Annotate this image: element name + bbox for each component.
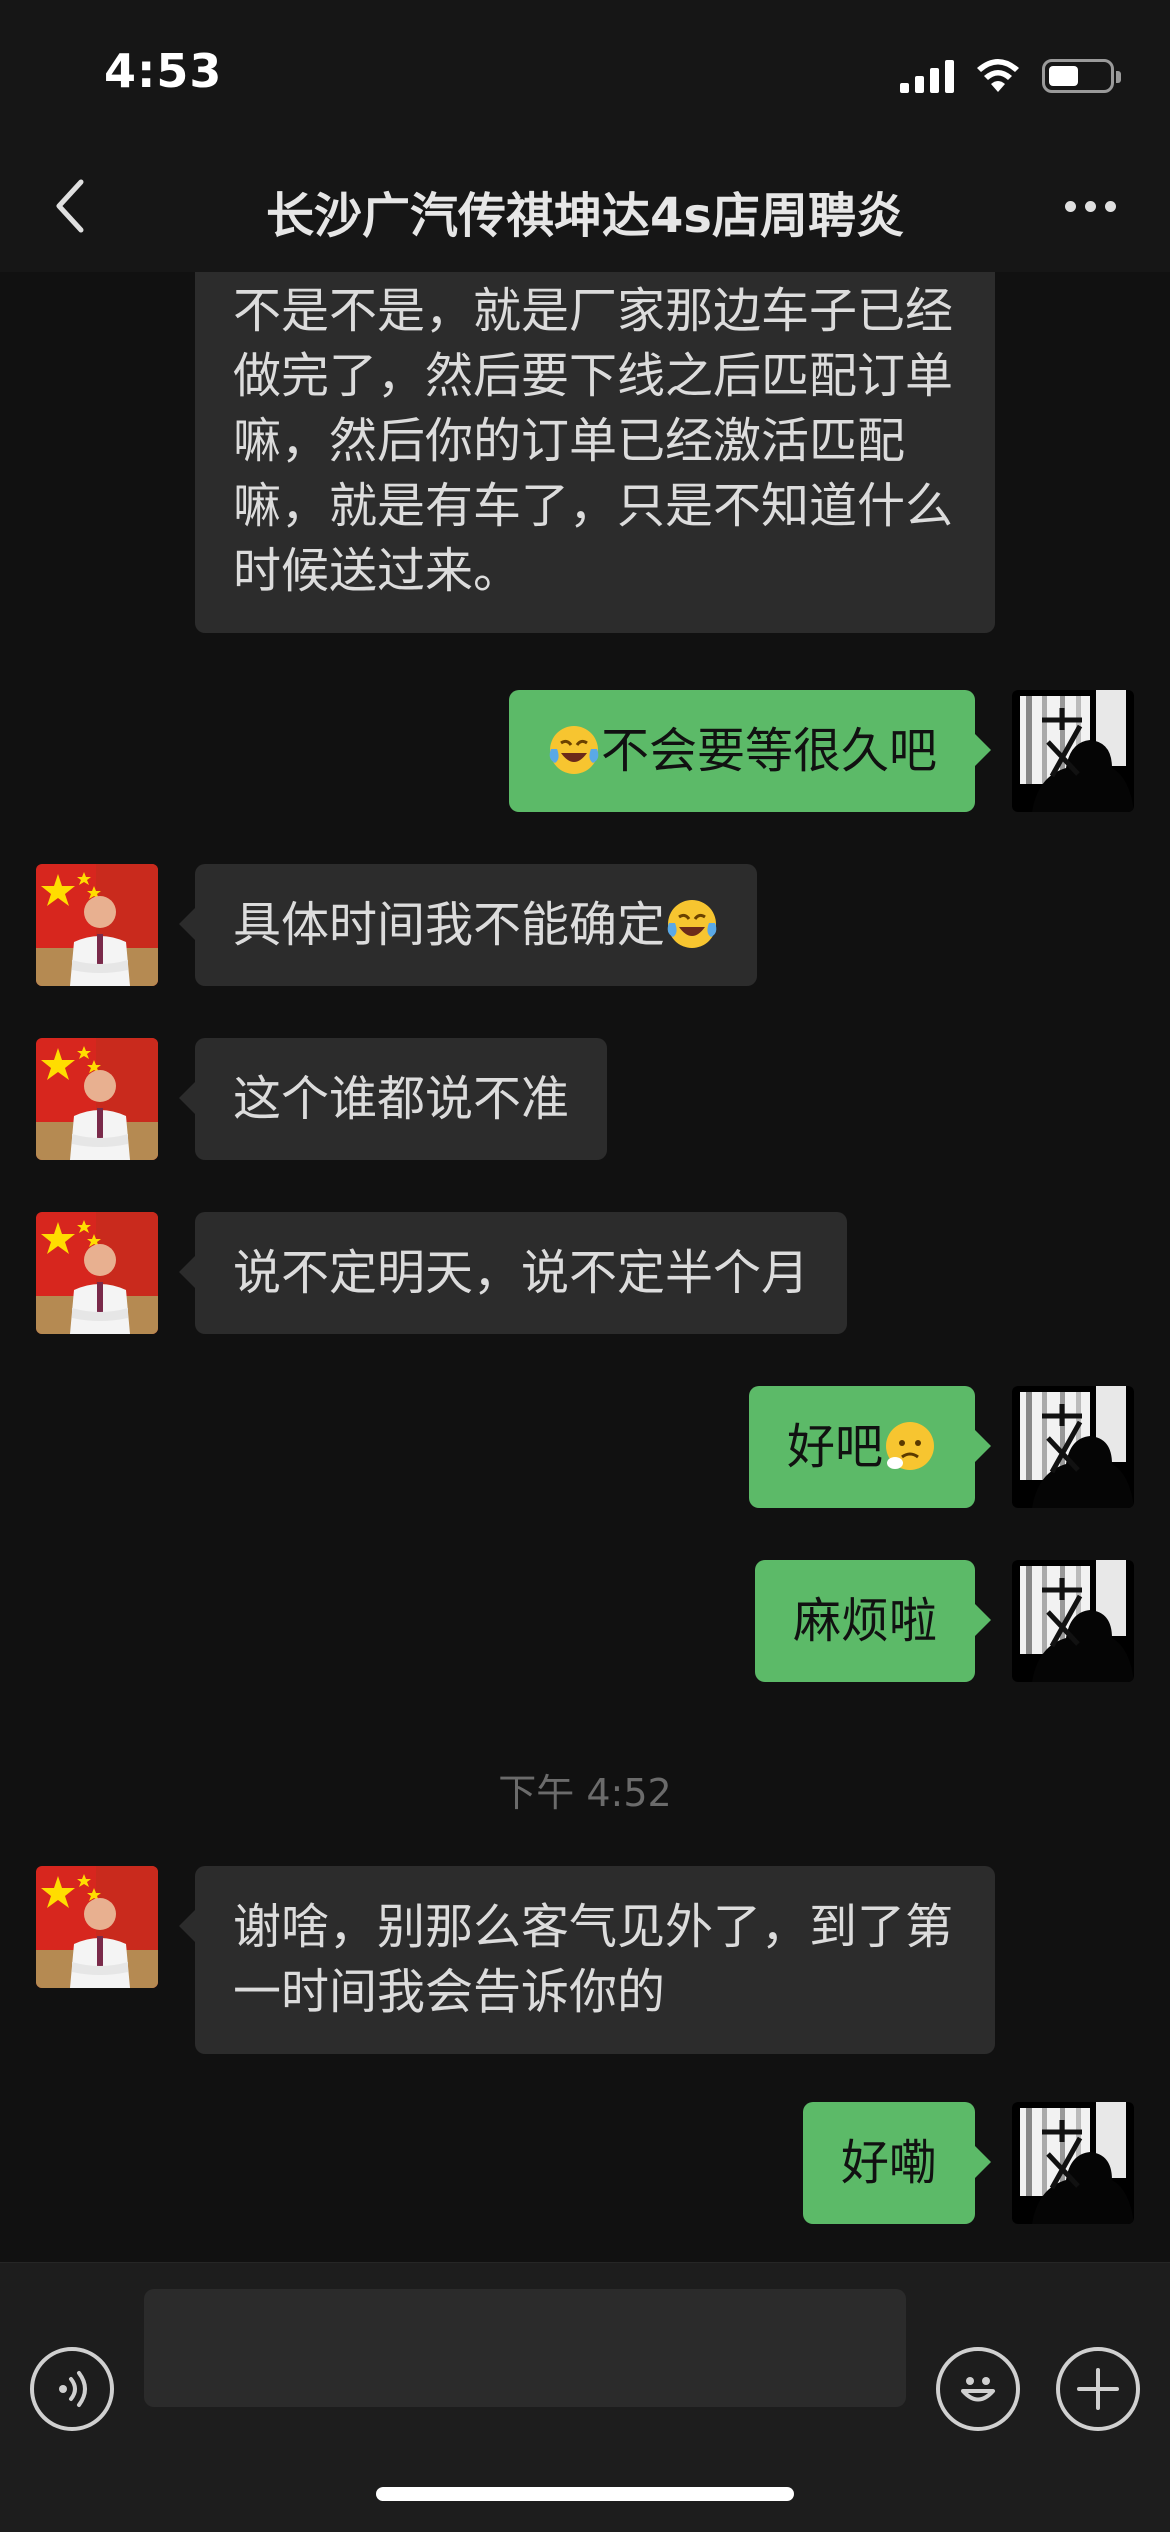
face-with-tears-of-joy-emoji-icon	[548, 724, 600, 776]
sad-face-emoji-icon	[884, 1420, 936, 1472]
message-bubble-incoming[interactable]: 谢啥，别那么客气见外了，到了第一时间我会告诉你的	[179, 1866, 995, 2054]
my-avatar[interactable]	[1012, 690, 1134, 812]
input-bar	[0, 2262, 1170, 2532]
chevron-left-icon	[56, 179, 84, 233]
message-bubble-incoming[interactable]: 不是不是，就是厂家那边车子已经做完了，然后要下线之后匹配订单嘛，然后你的订单已经…	[195, 272, 995, 633]
message-text: 说不定明天，说不定半个月	[233, 1245, 810, 1301]
message-bubble-incoming[interactable]: 说不定明天，说不定半个月	[178, 1212, 848, 1334]
my-avatar[interactable]	[1012, 1560, 1134, 1682]
more-button[interactable]	[1050, 176, 1130, 236]
message-text: 谢啥，别那么客气见外了，到了第一时间我会告诉你的	[233, 1899, 954, 2020]
message-text: 好吧	[786, 1419, 883, 1475]
plus-button[interactable]	[1056, 2347, 1140, 2431]
wifi-icon	[977, 59, 1019, 92]
contact-avatar[interactable]	[36, 1038, 158, 1160]
message-text: 麻烦啦	[792, 1593, 937, 1649]
message-text: 不会要等很久吧	[600, 723, 937, 779]
contact-avatar[interactable]	[36, 1212, 158, 1334]
plus-icon	[1077, 2368, 1119, 2410]
message-bubble-incoming[interactable]: 这个谁都说不准	[178, 1038, 608, 1160]
contact-avatar[interactable]	[36, 1866, 158, 1988]
more-dots-icon	[1064, 200, 1076, 212]
status-bar: 4:53	[0, 0, 1170, 140]
contact-avatar[interactable]	[36, 864, 158, 986]
emoji-button[interactable]	[936, 2347, 1020, 2431]
emoji-icon	[961, 2377, 995, 2402]
message-text: 这个谁都说不准	[233, 1071, 570, 1127]
my-avatar[interactable]	[1012, 2102, 1134, 2224]
my-avatar[interactable]	[1012, 1386, 1134, 1508]
message-list[interactable]: 不是不是，就是厂家那边车子已经做完了，然后要下线之后匹配订单嘛，然后你的订单已经…	[0, 272, 1170, 2262]
chat-title: 长沙广汽传祺坤达4s店周聘炎	[266, 188, 904, 244]
back-button[interactable]	[40, 176, 100, 236]
message-bubble-outgoing[interactable]: 不会要等很久吧	[508, 690, 992, 812]
message-input[interactable]	[144, 2289, 906, 2407]
chat-header: 长沙广汽传祺坤达4s店周聘炎	[0, 140, 1170, 272]
timestamp: 下午 4:52	[498, 1771, 672, 1815]
message-text: 好嘞	[840, 2135, 937, 2191]
message-text: 不是不是，就是厂家那边车子已经做完了，然后要下线之后匹配订单嘛，然后你的订单已经…	[233, 283, 954, 599]
cellular-signal-icon	[900, 59, 954, 93]
status-time: 4:53	[104, 44, 223, 98]
status-icons	[900, 52, 1121, 100]
voice-icon	[59, 2371, 87, 2407]
face-with-tears-of-joy-emoji-icon	[666, 898, 718, 950]
message-text: 具体时间我不能确定	[233, 897, 666, 953]
message-bubble-outgoing[interactable]: 麻烦啦	[754, 1560, 992, 1682]
message-bubble-outgoing[interactable]: 好吧	[748, 1386, 992, 1508]
home-indicator	[376, 2487, 794, 2501]
message-bubble-incoming[interactable]: 具体时间我不能确定	[178, 864, 758, 986]
message-bubble-outgoing[interactable]: 好嘞	[802, 2102, 992, 2224]
battery-icon	[1042, 59, 1121, 93]
voice-button[interactable]	[30, 2347, 114, 2431]
